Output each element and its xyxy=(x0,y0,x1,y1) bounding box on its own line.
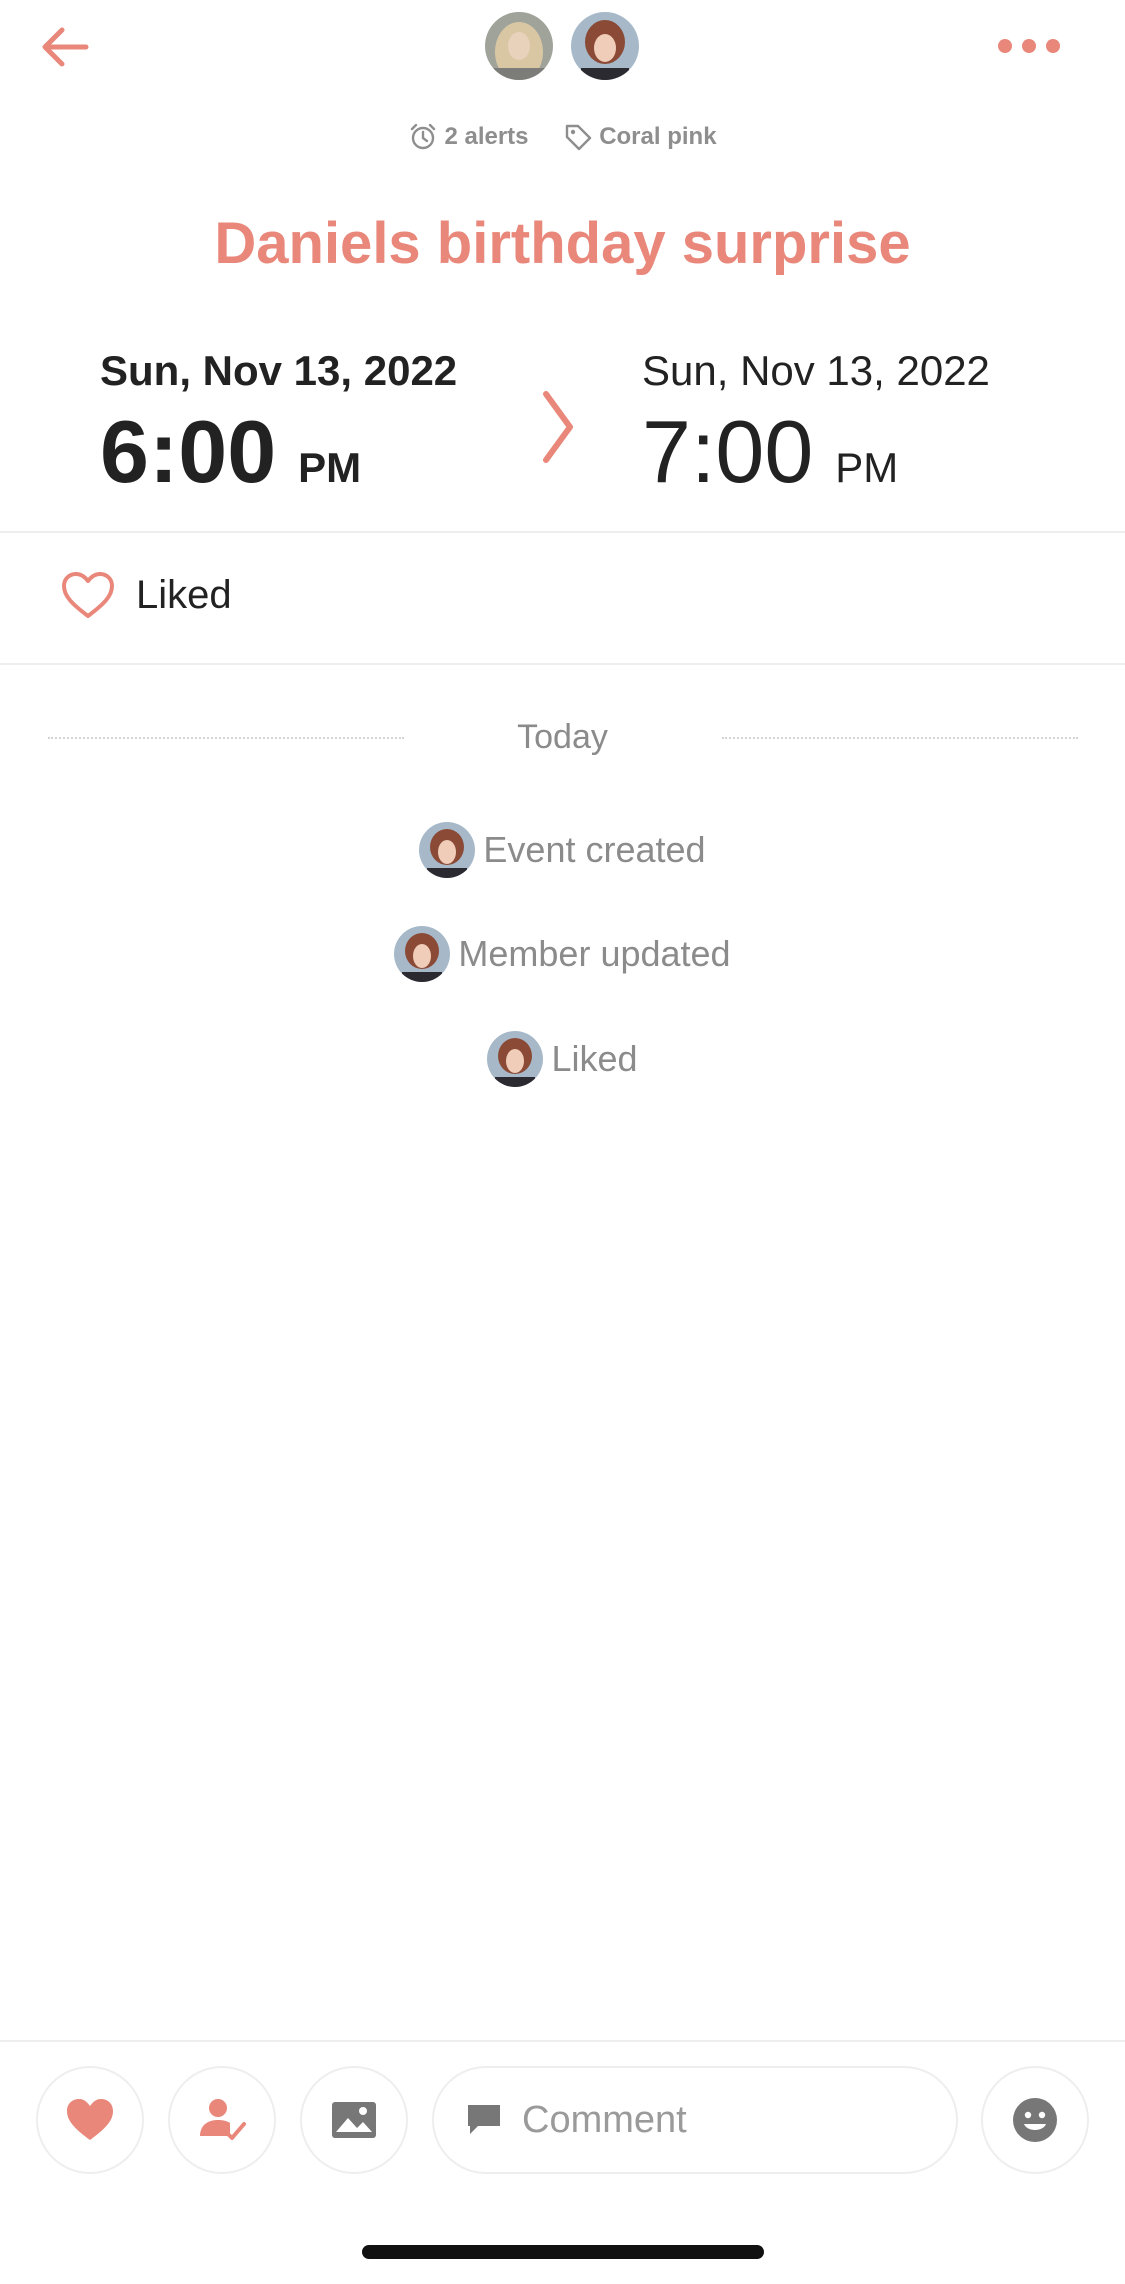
end-date: Sun, Nov 13, 2022 xyxy=(642,347,990,394)
start-time: 6:00 xyxy=(100,402,277,501)
activity-label: Liked xyxy=(551,1038,638,1079)
dotted-divider xyxy=(722,737,1078,739)
alarm-clock-icon xyxy=(411,123,436,150)
activity-label: Event created xyxy=(483,829,706,870)
activity-label: Member updated xyxy=(458,933,731,974)
end-time: 7:00 xyxy=(642,402,814,501)
comment-input[interactable]: Comment xyxy=(432,2066,958,2174)
emoji-button[interactable] xyxy=(981,2066,1089,2174)
alerts-chip[interactable]: 2 alerts xyxy=(408,122,529,152)
back-button[interactable] xyxy=(38,20,92,74)
heart-filled-icon xyxy=(67,2099,113,2140)
avatar[interactable] xyxy=(571,12,639,80)
end-datetime[interactable]: Sun, Nov 13, 2022 7:00 PM xyxy=(642,350,990,496)
liked-row[interactable]: Liked xyxy=(60,570,232,620)
like-button[interactable] xyxy=(36,2066,144,2174)
person-check-icon xyxy=(200,2099,246,2140)
avatar xyxy=(419,822,476,878)
event-meta: 2 alerts Coral pink xyxy=(0,122,1125,158)
arrow-left-icon xyxy=(42,27,89,67)
timeline-section-header: Today xyxy=(0,710,1125,766)
avatar xyxy=(487,1031,544,1087)
color-label: Coral pink xyxy=(599,123,717,150)
start-date: Sun, Nov 13, 2022 xyxy=(100,347,458,394)
divider xyxy=(0,663,1125,665)
top-bar xyxy=(0,0,1125,120)
start-ampm: PM xyxy=(298,444,362,491)
divider xyxy=(0,531,1125,533)
color-chip[interactable]: Coral pink xyxy=(563,122,717,152)
start-datetime[interactable]: Sun, Nov 13, 2022 6:00 PM xyxy=(100,350,457,496)
speech-bubble-icon xyxy=(468,2105,500,2134)
activity-item: Member updated xyxy=(0,926,1125,982)
activity-item: Event created xyxy=(0,822,1125,878)
comment-placeholder: Comment xyxy=(522,2098,687,2141)
liked-label: Liked xyxy=(136,572,232,617)
activity-item: Liked xyxy=(0,1031,1125,1087)
smiley-icon xyxy=(1013,2098,1057,2142)
heart-outline-icon xyxy=(62,572,114,618)
photo-button[interactable] xyxy=(300,2066,408,2174)
member-avatars[interactable] xyxy=(485,12,645,82)
image-icon xyxy=(332,2102,376,2138)
attendance-button[interactable] xyxy=(168,2066,276,2174)
end-ampm: PM xyxy=(835,444,899,491)
chevron-right-icon xyxy=(543,391,573,463)
more-button[interactable] xyxy=(995,26,1063,66)
avatar xyxy=(394,926,451,982)
home-indicator xyxy=(362,2245,764,2259)
event-title[interactable]: Daniels birthday surprise xyxy=(0,210,1125,277)
avatar[interactable] xyxy=(485,12,553,80)
alerts-label: 2 alerts xyxy=(444,123,529,150)
divider xyxy=(0,2040,1125,2042)
tag-icon xyxy=(565,124,592,151)
more-dots-icon xyxy=(998,39,1060,53)
